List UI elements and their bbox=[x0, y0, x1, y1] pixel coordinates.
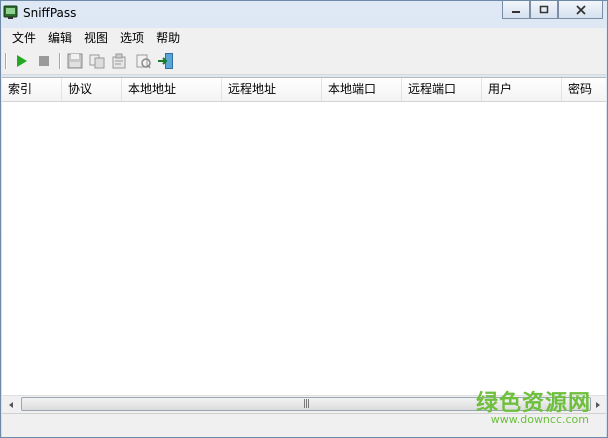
column-header-local-port[interactable]: 本地端口 bbox=[322, 78, 402, 101]
close-icon bbox=[575, 4, 586, 15]
maximize-icon bbox=[539, 5, 549, 14]
html-report-button[interactable] bbox=[134, 52, 152, 70]
menu-bar: 文件 编辑 视图 选项 帮助 bbox=[2, 28, 606, 48]
start-capture-button[interactable] bbox=[12, 52, 30, 70]
menu-file[interactable]: 文件 bbox=[6, 28, 42, 48]
properties-icon bbox=[112, 53, 126, 69]
watermark: 绿色资源网 www.downcc.com bbox=[471, 385, 608, 431]
column-header-index[interactable]: 索引 bbox=[2, 78, 62, 101]
toolbar bbox=[2, 48, 606, 75]
save-button[interactable] bbox=[66, 52, 84, 70]
properties-button[interactable] bbox=[110, 52, 128, 70]
column-header-remote-port[interactable]: 远程端口 bbox=[402, 78, 482, 101]
toolbar-separator bbox=[59, 53, 61, 69]
column-header-password[interactable]: 密码 bbox=[562, 78, 606, 101]
title-bar: SniffPass bbox=[1, 1, 607, 27]
menu-view[interactable]: 视图 bbox=[78, 28, 114, 48]
column-header-local-address[interactable]: 本地地址 bbox=[122, 78, 222, 101]
app-logo-icon bbox=[3, 5, 18, 19]
caption-buttons bbox=[502, 1, 603, 19]
menu-edit[interactable]: 编辑 bbox=[42, 28, 78, 48]
exit-icon bbox=[158, 53, 173, 69]
save-icon bbox=[67, 53, 83, 69]
exit-button[interactable] bbox=[157, 52, 175, 70]
column-header-remote-address[interactable]: 远程地址 bbox=[222, 78, 322, 101]
start-capture-icon bbox=[17, 55, 27, 67]
column-header-protocol[interactable]: 协议 bbox=[62, 78, 122, 101]
column-header-user[interactable]: 用户 bbox=[482, 78, 562, 101]
window-title: SniffPass bbox=[23, 6, 77, 20]
scroll-left-button[interactable] bbox=[2, 396, 19, 413]
close-button[interactable] bbox=[558, 1, 603, 19]
app-window: SniffPass 文件 编辑 视图 选项 帮助 索引 协议 本地地址 远程地址… bbox=[0, 0, 608, 438]
stop-capture-button[interactable] bbox=[35, 52, 53, 70]
menu-help[interactable]: 帮助 bbox=[150, 28, 186, 48]
watermark-url: www.downcc.com bbox=[490, 413, 589, 426]
scrollbar-grip-icon: ||| bbox=[302, 399, 310, 409]
toolbar-separator bbox=[5, 53, 7, 69]
html-report-icon bbox=[136, 54, 151, 69]
copy-icon bbox=[89, 54, 105, 69]
copy-button[interactable] bbox=[88, 52, 106, 70]
menu-options[interactable]: 选项 bbox=[114, 28, 150, 48]
results-list[interactable]: 索引 协议 本地地址 远程地址 本地端口 远程端口 用户 密码 bbox=[2, 77, 606, 396]
stop-capture-icon bbox=[39, 56, 49, 66]
arrow-left-icon bbox=[8, 401, 13, 408]
maximize-button[interactable] bbox=[530, 1, 558, 19]
list-header: 索引 协议 本地地址 远程地址 本地端口 远程端口 用户 密码 bbox=[2, 78, 606, 102]
minimize-icon bbox=[512, 10, 520, 13]
minimize-button[interactable] bbox=[502, 1, 530, 19]
